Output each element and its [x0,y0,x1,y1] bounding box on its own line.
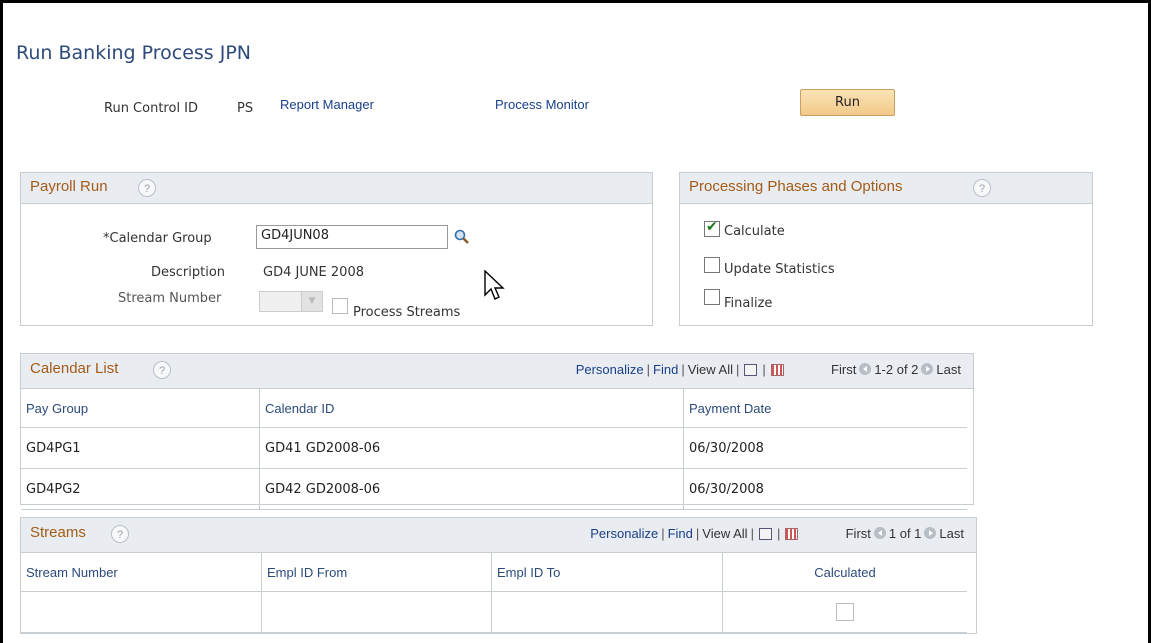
page-title: Run Banking Process JPN [16,42,252,64]
processing-phases-header: Processing Phases and Options ? [680,173,1092,204]
description-label: Description [151,265,226,280]
process-monitor-link[interactable]: Process Monitor [495,97,589,112]
download-grid-icon[interactable] [785,528,799,540]
previous-icon[interactable] [859,363,872,375]
calendar-list-table: Pay Group Calendar ID Payment Date GD4PG… [21,389,967,510]
column-header[interactable]: Pay Group [21,389,260,428]
view-all-link[interactable]: View All [688,362,733,377]
last-label: Last [936,362,961,377]
calculate-label: Calculate [724,224,785,239]
first-label: First [831,362,857,377]
calendar-list-header: Calendar List ? Personalize | Find | View Al… [21,354,973,389]
column-header[interactable]: Empl ID To [491,553,723,592]
process-streams-label: Process Streams [353,305,461,320]
run-button[interactable]: Run [800,89,895,116]
streams-header: Streams ? Personalize | Find | View All | | Fi… [21,518,976,553]
download-grid-icon[interactable] [770,364,784,376]
calculated-checkbox[interactable] [836,603,854,621]
table-row [21,591,967,633]
last-label: Last [939,526,964,541]
zoom-icon[interactable] [758,528,772,540]
empl-id-to-cell [491,591,723,633]
calculated-cell [722,591,967,633]
processing-phases-section: Processing Phases and Options ? Calculat… [679,172,1093,326]
payroll-run-header: Payroll Run ? [21,173,652,204]
find-link[interactable]: Find [668,526,693,541]
chevron-down-icon: ▼ [301,292,322,311]
first-label: First [845,526,871,541]
stream-number-cell [21,591,262,633]
help-icon[interactable]: ? [138,179,156,197]
description-value: GD4 JUNE 2008 [263,265,364,280]
calendar-id-cell: GD41 GD2008-06 [259,427,684,469]
column-header[interactable]: Empl ID From [261,553,492,592]
process-streams-checkbox[interactable] [332,298,348,314]
help-icon[interactable]: ? [153,361,171,379]
update-statistics-checkbox[interactable] [704,257,720,273]
calendar-group-input[interactable]: GD4JUN08 [256,225,448,249]
table-row: GD4PG2 GD42 GD2008-06 06/30/2008 [21,468,967,510]
calendar-group-label: *Calendar Group [103,231,212,246]
table-header-row: Pay Group Calendar ID Payment Date [21,389,967,428]
magnifier-icon[interactable] [454,229,470,249]
empl-id-from-cell [261,591,492,633]
table-header-row: Stream Number Empl ID From Empl ID To Ca… [21,553,967,592]
calculate-checkbox[interactable] [704,219,720,237]
finalize-checkbox[interactable] [704,289,720,305]
mouse-cursor-icon [484,270,505,300]
calendar-list-grid: Calendar List ? Personalize | Find | View Al… [20,353,974,510]
row-range: 1-2 of 2 [874,362,919,377]
pay-group-cell: GD4PG2 [21,468,260,510]
find-link[interactable]: Find [653,362,678,377]
streams-heading: Streams [30,524,86,541]
finalize-label: Finalize [724,296,773,311]
streams-grid: Streams ? Personalize | Find | View All | | Fi… [20,517,977,634]
calendar-id-cell: GD42 GD2008-06 [259,468,684,510]
pay-group-cell: GD4PG1 [21,427,260,469]
next-icon[interactable] [924,527,937,539]
payroll-run-section: Payroll Run ? *Calendar Group GD4JUN08 D… [20,172,653,326]
payment-date-cell: 06/30/2008 [683,468,967,510]
column-header[interactable]: Stream Number [21,553,262,592]
help-icon[interactable]: ? [111,525,129,543]
zoom-icon[interactable] [744,364,758,376]
streams-table: Stream Number Empl ID From Empl ID To Ca… [21,553,967,633]
report-manager-link[interactable]: Report Manager [280,97,374,112]
update-statistics-label: Update Statistics [724,262,835,277]
personalize-link[interactable]: Personalize [576,362,644,377]
column-header[interactable]: Calculated [722,553,967,592]
table-row: GD4PG1 GD41 GD2008-06 06/30/2008 [21,427,967,469]
next-icon[interactable] [921,363,934,375]
stream-number-label: Stream Number [118,291,222,306]
stream-number-select[interactable]: ▼ [259,291,323,312]
help-icon[interactable]: ? [973,179,991,197]
streams-nav: Personalize | Find | View All | | First 1 of 1L… [590,526,964,541]
run-control-value: PS [237,101,254,116]
processing-phases-heading: Processing Phases and Options [689,178,903,195]
column-header[interactable]: Payment Date [683,389,967,428]
previous-icon[interactable] [873,527,886,539]
personalize-link[interactable]: Personalize [590,526,658,541]
calendar-list-nav: Personalize | Find | View All | | First 1-2 of … [575,362,961,377]
calendar-list-heading: Calendar List [30,360,119,377]
view-all-link[interactable]: View All [702,526,747,541]
payroll-run-heading: Payroll Run [30,178,108,195]
payment-date-cell: 06/30/2008 [683,427,967,469]
column-header[interactable]: Calendar ID [259,389,684,428]
row-range: 1 of 1 [888,526,922,541]
run-control-label: Run Control ID [104,101,199,116]
